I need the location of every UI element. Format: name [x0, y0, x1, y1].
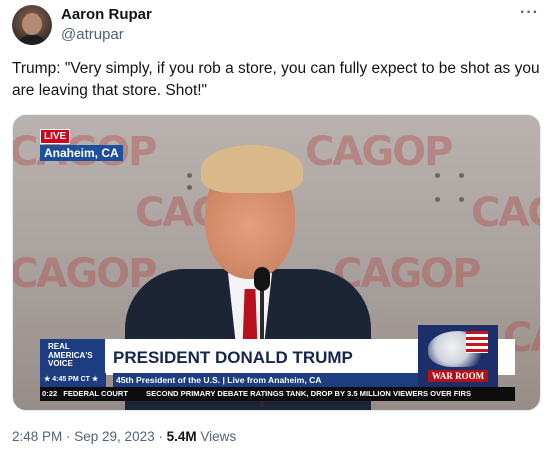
author-name[interactable]: Aaron Rupar	[61, 6, 152, 23]
real-americas-voice-logo: REAL AMERICA'S VOICE	[40, 339, 105, 373]
views-label: Views	[196, 429, 237, 444]
avatar-face	[22, 13, 42, 35]
video-elapsed-time: 0:22	[42, 389, 58, 398]
microphone-icon	[254, 267, 270, 291]
war-room-label: WAR ROOM	[428, 370, 488, 382]
timestamp-link[interactable]: 2:48 PM · Sep 29, 2023 ·	[12, 429, 167, 444]
stage-bolt	[435, 173, 440, 178]
lower-third-subtitle: 45th President of the U.S. | Live from A…	[113, 373, 418, 387]
avatar-shirt	[16, 35, 48, 45]
avatar[interactable]	[12, 5, 52, 45]
flag-stripes-icon	[466, 331, 488, 353]
more-options-icon[interactable]: ···	[520, 4, 539, 22]
lower-third-title: PRESIDENT DONALD TRUMP	[113, 348, 353, 367]
war-room-logo: WAR ROOM	[418, 325, 498, 387]
cagop-watermark: CAGOP	[471, 190, 540, 236]
network-logo-line: VOICE	[48, 359, 73, 368]
speaker-hair	[201, 145, 303, 193]
video-player[interactable]: CAGOP CAGOP CAGOP CAGOP CAGOP CAGOP CAGO…	[12, 114, 541, 411]
news-ticker: 0:22 FEDERAL COURT SECOND PRIMARY DEBATE R…	[40, 387, 515, 401]
views-count: 5.4M	[166, 429, 197, 444]
broadcast-time: ★ 4:45 PM CT ★	[40, 373, 106, 387]
author-handle[interactable]: @atrupar	[61, 26, 124, 43]
live-badge: LIVE	[40, 129, 71, 144]
stage-bolt	[435, 197, 440, 202]
location-label: Anaheim, CA	[40, 145, 123, 161]
stage-bolt	[459, 197, 464, 202]
ticker-text: SECOND PRIMARY DEBATE RATINGS TANK, DROP…	[146, 389, 472, 398]
stage-bolt	[459, 173, 464, 178]
tweet-text: Trump: "Very simply, if you rob a store,…	[12, 60, 540, 99]
ticker-source: FEDERAL COURT	[63, 389, 129, 398]
tweet-meta: 2:48 PM · Sep 29, 2023 · 5.4M Views	[12, 429, 236, 444]
